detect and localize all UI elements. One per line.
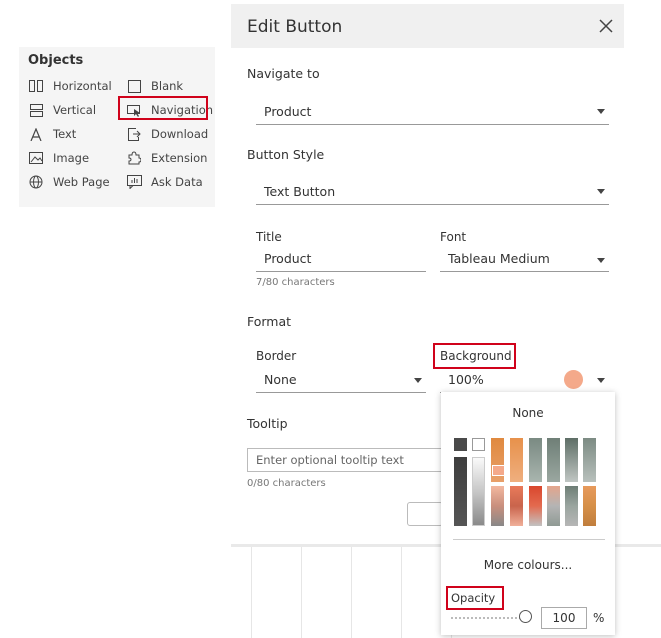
background-color-swatch[interactable]	[564, 370, 583, 389]
chevron-down-icon	[597, 258, 605, 263]
objects-panel: Objects Horizontal Blank Vertical Naviga…	[19, 47, 215, 207]
object-label: Horizontal	[53, 79, 112, 93]
title-char-counter: 7/80 characters	[256, 277, 335, 288]
grid-line	[351, 547, 352, 638]
background-dropdown[interactable]: 100%	[440, 368, 609, 393]
selected-color-marker	[492, 465, 505, 476]
object-ask-data[interactable]: Ask Data	[126, 173, 203, 191]
color-swatch[interactable]	[454, 457, 467, 526]
navigate-to-label: Navigate to	[247, 66, 320, 81]
color-swatch[interactable]	[583, 486, 596, 526]
color-swatch[interactable]	[510, 486, 523, 526]
object-image[interactable]: Image	[28, 149, 89, 167]
object-web-page[interactable]: Web Page	[28, 173, 110, 191]
title-input[interactable]: Product	[256, 247, 426, 272]
tooltip-char-counter: 0/80 characters	[247, 478, 326, 489]
globe-icon	[28, 175, 44, 189]
object-label: Text	[53, 127, 77, 141]
chevron-down-icon	[597, 189, 605, 194]
color-swatch[interactable]	[454, 438, 467, 451]
title-input-value: Product	[264, 251, 312, 266]
object-horizontal[interactable]: Horizontal	[28, 77, 112, 95]
font-field-label: Font	[440, 230, 467, 244]
color-swatch[interactable]	[547, 438, 560, 482]
font-dropdown[interactable]: Tableau Medium	[440, 247, 609, 272]
objects-panel-title: Objects	[28, 53, 84, 68]
color-swatch[interactable]	[565, 486, 578, 526]
border-label: Border	[256, 349, 297, 363]
color-swatch[interactable]	[472, 438, 485, 451]
color-swatch[interactable]	[491, 486, 504, 526]
button-style-value: Text Button	[264, 184, 336, 199]
object-label: Vertical	[53, 103, 97, 117]
background-highlight-box	[433, 343, 516, 369]
background-opacity-value: 100%	[448, 372, 484, 387]
navigation-highlight-box	[118, 96, 208, 120]
download-icon	[126, 127, 142, 141]
blank-icon	[126, 79, 142, 93]
horizontal-icon	[28, 79, 44, 93]
grid-line	[251, 547, 252, 638]
chevron-down-icon	[597, 109, 605, 114]
color-swatch[interactable]	[565, 438, 578, 482]
opacity-slider-thumb[interactable]	[519, 610, 532, 623]
color-swatch[interactable]	[510, 438, 523, 482]
more-colours-link[interactable]: More colours...	[441, 558, 615, 572]
object-label: Download	[151, 127, 209, 141]
button-style-label: Button Style	[247, 147, 325, 162]
object-extension[interactable]: Extension	[126, 149, 207, 167]
image-icon	[28, 151, 44, 165]
color-swatch[interactable]	[529, 438, 542, 482]
ask-data-icon	[126, 175, 142, 189]
popup-divider	[453, 539, 605, 540]
dialog-header: Edit Button	[231, 4, 624, 48]
dialog-title: Edit Button	[247, 17, 343, 37]
opacity-highlight-box	[446, 586, 504, 610]
title-field-label: Title	[256, 230, 282, 244]
tooltip-input[interactable]: Enter optional tooltip text	[247, 448, 447, 472]
border-value: None	[264, 372, 297, 387]
border-dropdown[interactable]: None	[256, 368, 426, 393]
vertical-icon	[28, 103, 44, 117]
button-style-dropdown[interactable]: Text Button	[256, 178, 609, 205]
color-swatch[interactable]	[529, 486, 542, 526]
text-icon	[28, 127, 44, 141]
object-text[interactable]: Text	[28, 125, 76, 143]
object-label: Blank	[151, 79, 184, 93]
object-label: Ask Data	[151, 175, 203, 189]
object-vertical[interactable]: Vertical	[28, 101, 96, 119]
grid-line	[401, 547, 402, 638]
opacity-unit-label: %	[593, 611, 605, 625]
opacity-input[interactable]: 100	[541, 607, 587, 629]
object-label: Extension	[151, 151, 208, 165]
font-value: Tableau Medium	[448, 251, 550, 266]
navigate-to-value: Product	[264, 104, 312, 119]
chevron-down-icon	[414, 378, 422, 383]
close-icon[interactable]	[596, 16, 616, 36]
object-download[interactable]: Download	[126, 125, 208, 143]
grid-line	[301, 547, 302, 638]
object-blank[interactable]: Blank	[126, 77, 183, 95]
none-color-option[interactable]: None	[441, 406, 615, 420]
color-swatch[interactable]	[472, 457, 485, 526]
object-label: Web Page	[53, 175, 110, 189]
chevron-down-icon	[597, 378, 605, 383]
color-swatch[interactable]	[583, 438, 596, 482]
dialog-action-button[interactable]	[407, 502, 443, 526]
color-swatch[interactable]	[547, 486, 560, 526]
navigate-to-dropdown[interactable]: Product	[256, 98, 609, 125]
object-label: Image	[53, 151, 90, 165]
extension-icon	[126, 151, 142, 165]
format-label: Format	[247, 314, 292, 329]
tooltip-label: Tooltip	[247, 416, 288, 431]
